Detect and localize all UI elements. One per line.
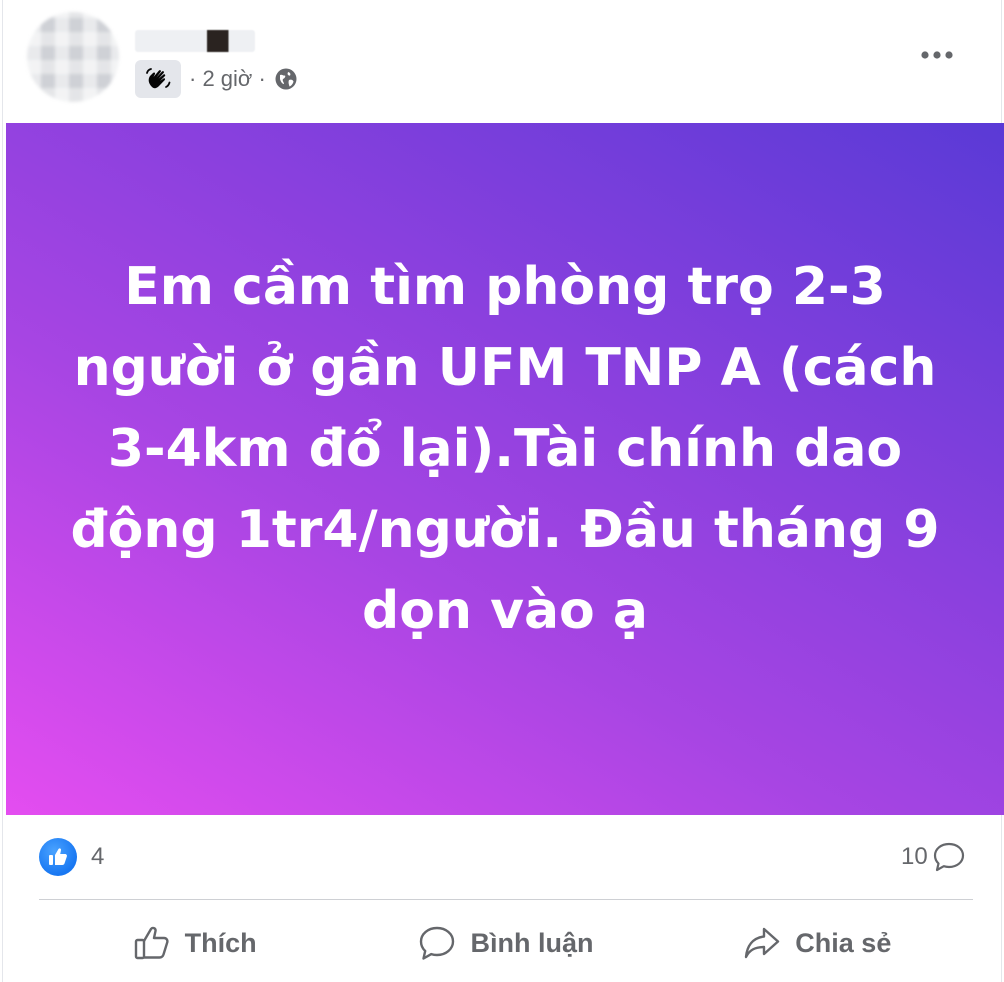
like-reaction-icon: [39, 838, 77, 876]
comment-summary[interactable]: 10: [901, 836, 966, 878]
comment-button-label: Bình luận: [470, 927, 594, 958]
post-meta: · 2 giờ ·: [135, 60, 298, 98]
globe-icon[interactable]: [274, 67, 298, 91]
thumbs-up-icon: [134, 926, 169, 960]
avatar[interactable]: [27, 12, 119, 102]
share-button-label: Chia sẻ: [795, 927, 892, 958]
comment-count: 10: [901, 843, 928, 870]
like-count[interactable]: 4: [91, 843, 104, 871]
more-options-button[interactable]: [915, 38, 959, 72]
comment-bubble-icon: [933, 842, 964, 872]
post-action-bar: Thích Bình luận Chia sẻ: [39, 910, 973, 976]
reaction-summary[interactable]: 4: [39, 836, 104, 878]
share-arrow-icon: [745, 927, 780, 959]
more-horizontal-icon: [921, 51, 953, 59]
post-text-banner: Em cầm tìm phòng trọ 2-3 người ở gần UFM…: [6, 123, 1004, 815]
post-card: · 2 giờ · Em cầm tìm phòng trọ 2-3 người…: [2, 0, 1004, 982]
post-body-text: Em cầm tìm phòng trọ 2-3 người ở gần UFM…: [70, 256, 940, 641]
comment-icon: [420, 926, 455, 960]
share-button[interactable]: Chia sẻ: [662, 913, 973, 973]
waving-hand-icon[interactable]: [135, 60, 181, 98]
author-name[interactable]: [135, 30, 255, 52]
divider: [39, 899, 973, 900]
comment-button[interactable]: Bình luận: [350, 913, 661, 973]
like-button-label: Thích: [184, 927, 257, 958]
like-button[interactable]: Thích: [39, 913, 350, 973]
post-timestamp[interactable]: · 2 giờ ·: [189, 66, 266, 92]
